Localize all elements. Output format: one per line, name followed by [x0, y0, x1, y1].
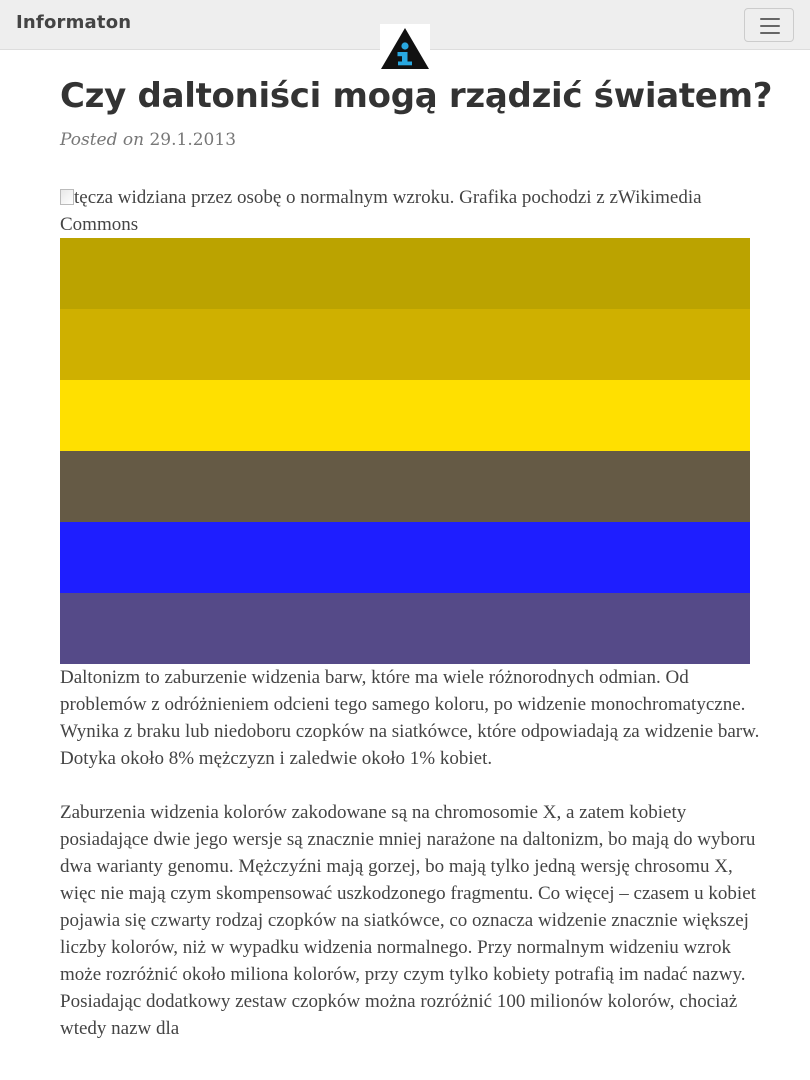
brand-link[interactable]: Informaton: [16, 12, 131, 33]
navbar-toggle-button[interactable]: [744, 8, 794, 42]
color-stripe-6: [60, 593, 750, 664]
broken-image-icon: [60, 189, 74, 205]
article-paragraph: Zaburzenia widzenia kolorów zakodowane s…: [60, 802, 756, 1039]
post-date: 29.1.2013: [149, 130, 237, 150]
color-stripe-2: [60, 309, 750, 380]
hamburger-menu-icon-bar: [760, 32, 780, 34]
hamburger-menu-icon-bar: [760, 25, 780, 27]
posted-label: Posted on: [60, 130, 145, 150]
page-title: Czy daltoniści mogą rządzić światem?: [60, 76, 773, 116]
post-meta: Posted on 29.1.2013: [60, 130, 236, 150]
rainbow-image: [60, 238, 750, 664]
image-alt-text: tęcza widziana przez osobę o normalnym w…: [60, 187, 702, 235]
article-paragraph: Daltonizm to zaburzenie widzenia barw, k…: [60, 667, 760, 769]
color-stripe-1: [60, 238, 750, 309]
info-triangle-logo[interactable]: [380, 24, 430, 70]
article-body: Daltonizm to zaburzenie widzenia barw, k…: [60, 664, 760, 1069]
color-stripe-4: [60, 451, 750, 522]
hamburger-menu-icon: [760, 18, 780, 20]
color-stripe-5: [60, 522, 750, 593]
broken-image-alt: tęcza widziana przez osobę o normalnym w…: [60, 184, 750, 238]
color-stripe-3: [60, 380, 750, 451]
